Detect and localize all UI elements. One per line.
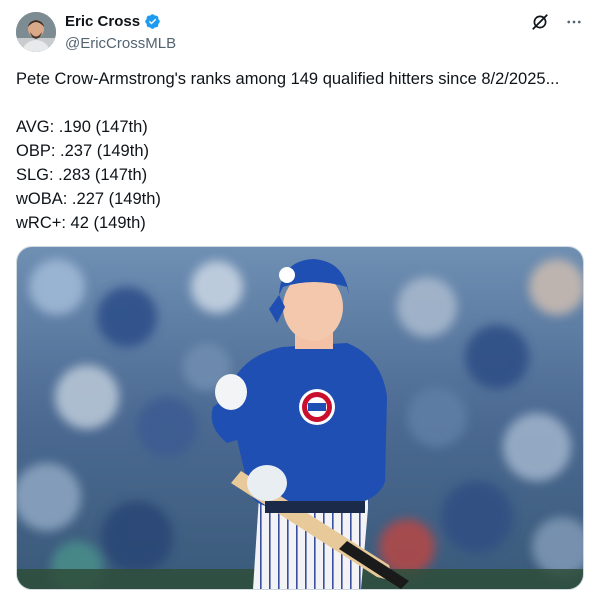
tweet-media-photo[interactable] [16, 246, 584, 590]
author-avatar[interactable] [16, 12, 56, 52]
stat-line: wRC+: 42 (149th) [16, 214, 146, 232]
more-icon[interactable] [564, 12, 584, 32]
tweet-text: Pete Crow-Armstrong's ranks among 149 qu… [16, 67, 582, 235]
author-handle[interactable]: @EricCrossMLB [65, 35, 176, 52]
stat-line: OBP: .237 (149th) [16, 142, 149, 160]
tweet-intro: Pete Crow-Armstrong's ranks among 149 qu… [16, 70, 560, 88]
photo-baseball-player-icon [17, 247, 583, 589]
grok-icon[interactable] [530, 12, 550, 32]
avatar-photo-icon [16, 12, 56, 52]
stat-line: wOBA: .227 (149th) [16, 190, 161, 208]
author-name-row: Eric Cross [65, 13, 161, 30]
tweet-card: Eric Cross @EricCrossMLB Pete Crow-Armst… [0, 0, 598, 604]
tweet-top-actions [530, 12, 584, 32]
stat-line: SLG: .283 (147th) [16, 166, 148, 184]
author-display-name[interactable]: Eric Cross [65, 13, 140, 30]
stat-line: AVG: .190 (147th) [16, 118, 148, 136]
verified-badge-icon [144, 13, 161, 30]
